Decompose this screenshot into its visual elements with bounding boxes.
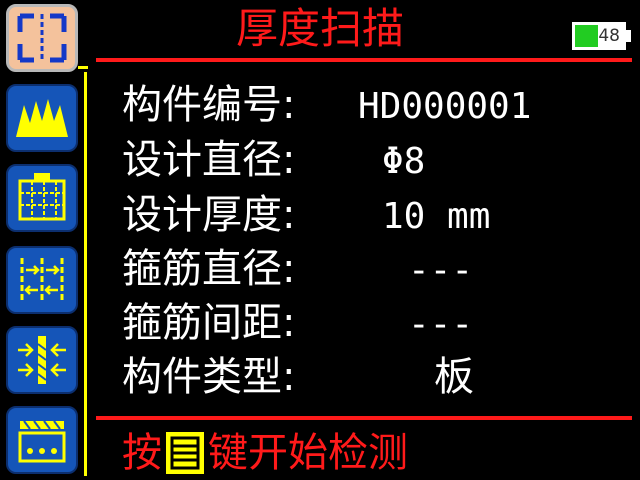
battery-cap <box>626 30 631 42</box>
field-row-design-diameter[interactable]: 设计直径: Φ8 <box>122 133 425 187</box>
field-label: 构件类型: <box>122 354 296 400</box>
grid-scan-icon <box>18 173 66 221</box>
field-label: 构件编号: <box>122 82 296 128</box>
field-row-component-id[interactable]: 构件编号: HD000001 <box>122 78 531 132</box>
field-row-component-type[interactable]: 构件类型: 板 <box>122 350 474 404</box>
wave-scan-icon <box>16 99 68 137</box>
field-label: 设计厚度: <box>122 192 296 238</box>
sidebar-item-wave-scan[interactable] <box>6 84 78 152</box>
menu-key-icon <box>166 432 204 474</box>
field-label: 箍筋直径: <box>122 246 296 292</box>
slab-scan-icon <box>18 420 66 463</box>
sidebar-divider-tick <box>78 66 88 69</box>
thickness-scan-icon <box>17 13 67 63</box>
sidebar-item-grid-scan[interactable] <box>6 164 78 232</box>
battery-level-text: 48 <box>598 26 620 46</box>
field-label: 箍筋间距: <box>122 300 296 346</box>
sidebar-item-rebar-cover[interactable] <box>6 326 78 394</box>
field-value: --- <box>408 250 474 291</box>
sidebar-divider <box>84 72 87 476</box>
field-row-stirrup-diameter[interactable]: 箍筋直径: --- <box>122 242 473 296</box>
footer-prefix: 按 <box>122 430 162 476</box>
rebar-cover-icon <box>18 336 66 384</box>
rebar-spacing-icon <box>20 258 64 302</box>
field-value: HD000001 <box>358 86 532 127</box>
sidebar-item-thickness-scan[interactable] <box>6 4 78 72</box>
footer-hint: 按 键开始检测 <box>122 424 408 478</box>
battery-indicator: 48 <box>572 22 626 50</box>
page-title: 厚度扫描 <box>235 4 404 53</box>
field-value: --- <box>408 304 474 345</box>
footer-suffix: 键开始检测 <box>208 430 408 476</box>
sidebar <box>0 0 82 480</box>
header-divider <box>96 58 632 62</box>
field-row-design-thickness[interactable]: 设计厚度: 10 mm <box>122 188 490 242</box>
field-value: 板 <box>434 354 474 400</box>
sidebar-item-rebar-spacing[interactable] <box>6 246 78 314</box>
footer-divider <box>96 416 632 420</box>
field-row-stirrup-spacing[interactable]: 箍筋间距: --- <box>122 296 473 350</box>
field-value: 10 mm <box>382 196 491 237</box>
field-value: Φ8 <box>382 141 426 182</box>
field-label: 设计直径: <box>122 137 296 183</box>
sidebar-item-slab-scan[interactable] <box>6 406 78 474</box>
